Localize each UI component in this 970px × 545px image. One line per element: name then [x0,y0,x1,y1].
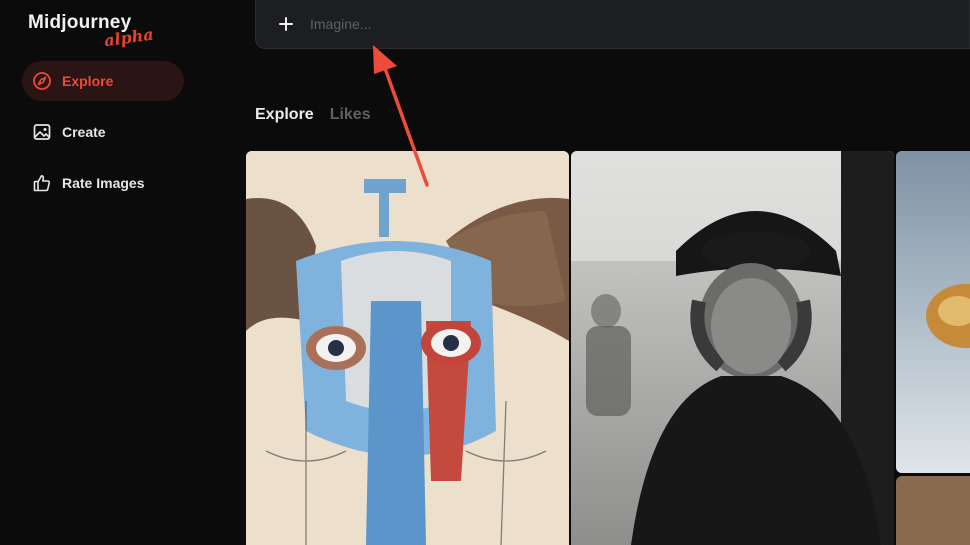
sidebar-item-explore[interactable]: Explore [22,61,184,101]
sidebar-item-label: Explore [62,73,114,89]
sidebar: Midjourney alpha Explore Create Rate Ima… [0,0,232,545]
gallery-image-partial-lower[interactable] [896,476,970,545]
sidebar-item-create[interactable]: Create [22,112,184,152]
image-gallery [246,151,970,545]
sidebar-item-rate-images[interactable]: Rate Images [22,163,184,203]
prompt-bar [255,0,970,49]
thumbs-up-icon [32,173,52,193]
prompt-input[interactable] [308,15,912,33]
image-icon [32,122,52,142]
sidebar-item-label: Rate Images [62,175,145,191]
gallery-image-elephant[interactable] [246,151,569,545]
tab-likes[interactable]: Likes [330,106,371,124]
logo[interactable]: Midjourney alpha [28,12,155,50]
plus-icon[interactable] [276,14,296,34]
gallery-image-partial[interactable] [896,151,970,473]
gallery-image-portrait[interactable] [571,151,894,545]
sidebar-item-label: Create [62,124,106,140]
compass-icon [32,71,52,91]
tabs: Explore Likes [255,106,371,124]
tab-explore[interactable]: Explore [255,106,314,124]
